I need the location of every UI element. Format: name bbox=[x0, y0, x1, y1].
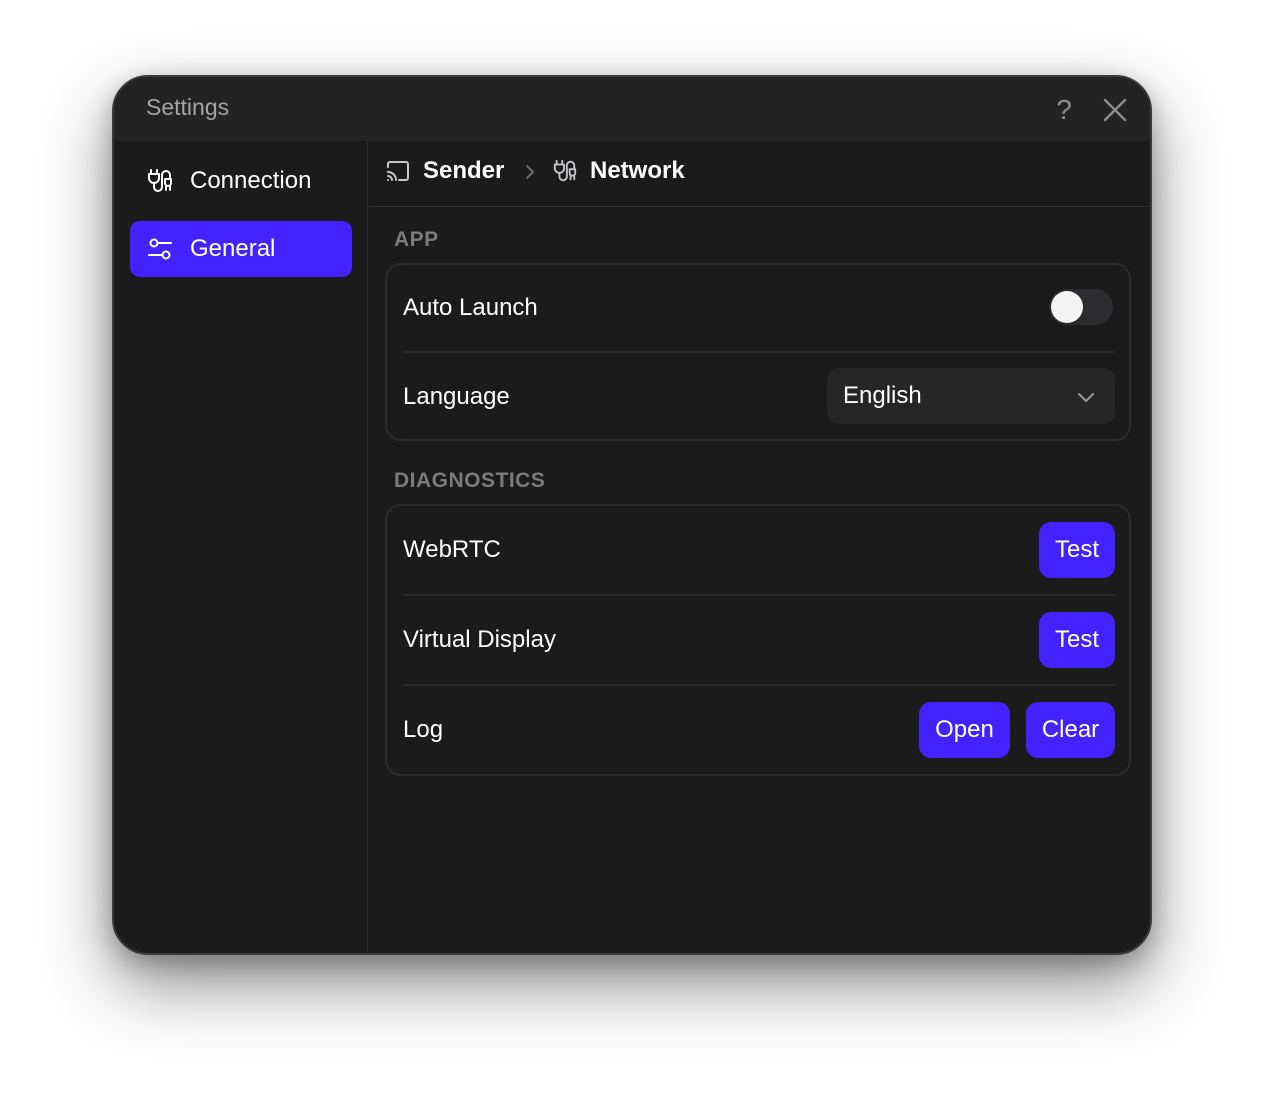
title-bar: Settings ? bbox=[114, 77, 1150, 141]
webrtc-row: WebRTC bbox=[403, 506, 1115, 594]
webrtc-test-button[interactable]: Test bbox=[1039, 522, 1115, 578]
chevron-right-icon bbox=[526, 165, 534, 179]
chevron-down-icon bbox=[1078, 393, 1094, 402]
language-select-value: English bbox=[843, 382, 922, 409]
window-title: Settings bbox=[146, 94, 230, 120]
auto-launch-toggle[interactable] bbox=[1049, 289, 1113, 325]
section-title-diagnostics: DIAGNOSTICS bbox=[394, 469, 546, 492]
help-button[interactable]: ? bbox=[1047, 93, 1081, 127]
breadcrumb-sender[interactable]: Sender bbox=[385, 157, 504, 185]
webrtc-label: WebRTC bbox=[403, 536, 501, 563]
log-label: Log bbox=[403, 716, 444, 743]
auto-launch-label: Auto Launch bbox=[403, 294, 538, 321]
close-button[interactable] bbox=[1098, 93, 1132, 127]
app-settings-card: Auto Launch Language English bbox=[385, 263, 1131, 441]
plug-connection-icon bbox=[146, 167, 174, 195]
sidebar-item-label: General bbox=[190, 235, 276, 262]
breadcrumb-network[interactable]: Network bbox=[552, 157, 685, 185]
language-select[interactable]: English bbox=[827, 368, 1115, 424]
virtual-display-row: Virtual Display bbox=[403, 596, 1115, 684]
toggle-knob bbox=[1051, 291, 1083, 323]
sidebar-item-general[interactable]: General bbox=[130, 221, 352, 277]
section-title-app: APP bbox=[394, 228, 439, 251]
plug-connection-icon bbox=[553, 159, 577, 182]
auto-launch-row: Auto Launch bbox=[403, 265, 1115, 351]
close-icon bbox=[1103, 98, 1127, 122]
log-open-button[interactable]: Open bbox=[919, 702, 1010, 758]
sidebar: Connection General bbox=[114, 141, 368, 953]
settings-window: Settings ? Connection General Sender Net… bbox=[112, 75, 1152, 955]
diagnostics-card: WebRTC Test Virtual Display Test Log Ope… bbox=[385, 504, 1131, 776]
sidebar-item-label: Connection bbox=[190, 167, 312, 194]
log-clear-button[interactable]: Clear bbox=[1026, 702, 1115, 758]
breadcrumb-label: Sender bbox=[423, 157, 505, 184]
virtual-display-test-button[interactable]: Test bbox=[1039, 612, 1115, 668]
cast-icon bbox=[387, 161, 409, 181]
sidebar-item-connection[interactable]: Connection bbox=[130, 153, 352, 209]
sliders-icon bbox=[146, 235, 174, 263]
main-panel: Sender Network APP Auto Launch Language … bbox=[369, 141, 1150, 953]
breadcrumb-label: Network bbox=[590, 157, 685, 184]
language-label: Language bbox=[403, 383, 510, 410]
virtual-display-label: Virtual Display bbox=[403, 626, 556, 653]
breadcrumb: Sender Network bbox=[369, 141, 1150, 207]
